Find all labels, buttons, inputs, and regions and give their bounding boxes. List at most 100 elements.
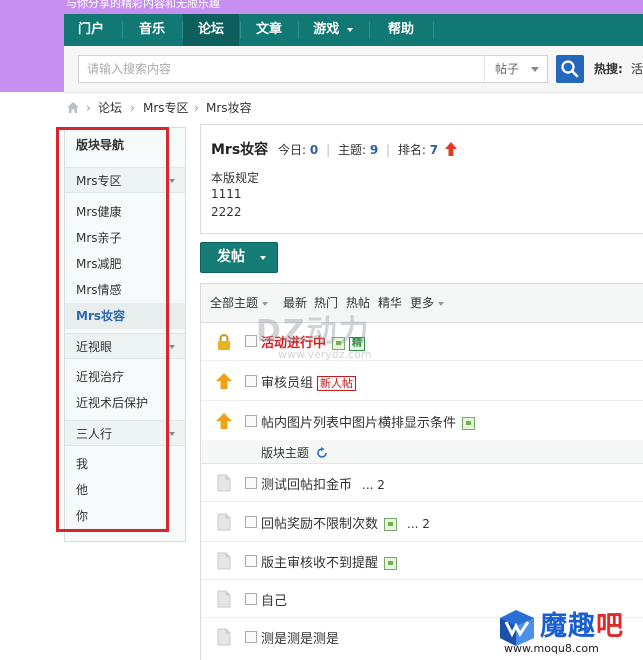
nav-item-articles[interactable]: 文章 [241, 14, 297, 46]
search-bar: 帖子 热搜: 活 [64, 46, 643, 93]
thread-checkbox[interactable] [245, 375, 257, 387]
chevron-down-icon [169, 345, 175, 349]
search-button[interactable] [556, 55, 584, 83]
chevron-down-icon [169, 432, 175, 436]
thread-checkbox[interactable] [245, 631, 257, 643]
stat-rank-value: 7 [429, 143, 439, 157]
thread-title-link[interactable]: 测试回帖扣金币 ... 2 [261, 474, 385, 493]
site-slogan: 与你分享的精彩内容和无限乐趣 [66, 0, 220, 10]
home-icon[interactable] [66, 101, 80, 114]
image-attachment-icon [384, 557, 398, 570]
thread-pages[interactable]: ... 2 [407, 517, 430, 531]
chevron-down-icon [262, 301, 269, 306]
thread-checkbox[interactable] [245, 477, 257, 489]
sidebar-group-myopia[interactable]: 近视眼 [65, 333, 185, 359]
chevron-down-icon [531, 67, 539, 72]
thread-title-link[interactable]: 帖内图片列表中图片横排显示条件 [261, 412, 476, 431]
stat-rank-label: 排名: [397, 143, 426, 157]
nav-item-games[interactable]: 游戏 [299, 14, 367, 46]
document-icon [217, 474, 231, 492]
chevron-down-icon [346, 27, 353, 32]
breadcrumb-separator: › [86, 101, 91, 115]
sidebar-group-label: 三人行 [76, 427, 113, 441]
thread-title: 审核员组 [261, 376, 314, 391]
sidebar-item-mrs-makeup[interactable]: Mrs妆容 [65, 303, 185, 329]
thread-title-link[interactable]: 回帖奖励不限制次数 ... 2 [261, 513, 430, 532]
table-row[interactable]: 回帖奖励不限制次数 ... 2 [201, 502, 643, 542]
sidebar-group-mrs-zone[interactable]: Mrs专区 [65, 167, 185, 193]
sidebar-item-mrs-diet[interactable]: Mrs减肥 [65, 251, 185, 277]
sidebar-item-mrs-parenting[interactable]: Mrs亲子 [65, 225, 185, 251]
new-post-label: 发帖 [217, 249, 245, 265]
search-icon [561, 60, 579, 78]
pin-icon [216, 413, 232, 429]
table-row[interactable]: 测试回帖扣金币 ... 2 [201, 464, 643, 502]
sidebar-item-you[interactable]: 你 [65, 503, 185, 529]
forum-sidebar: 版块导航 Mrs专区 Mrs健康 Mrs亲子 Mrs减肥 Mrs情感 Mrs妆容… [64, 127, 186, 542]
stat-divider: | [326, 143, 331, 157]
refresh-icon[interactable] [316, 447, 328, 459]
stat-topics-value: 9 [369, 143, 379, 157]
thread-pages[interactable]: ... 2 [362, 478, 385, 492]
logo-url: www.moqu8.com [504, 642, 599, 655]
chevron-down-icon [260, 256, 266, 260]
table-row[interactable]: 审核员组 新人帖 [201, 361, 643, 401]
breadcrumb-current: Mrs妆容 [206, 101, 252, 115]
nav-item-help[interactable]: 帮助 [370, 14, 432, 46]
watermark-dz: DZ动力 [256, 314, 371, 349]
filter-more[interactable]: 更多 [410, 284, 445, 322]
thread-title-link[interactable]: 自己 [261, 590, 287, 609]
thread-title-link[interactable]: 审核员组 新人帖 [261, 372, 357, 391]
sidebar-group-three-people[interactable]: 三人行 [65, 420, 185, 446]
sidebar-item-mrs-emotion[interactable]: Mrs情感 [65, 277, 185, 303]
thread-title: 帖内图片列表中图片横排显示条件 [261, 416, 457, 431]
forum-title: Mrs妆容 [211, 142, 269, 158]
document-icon [217, 552, 231, 570]
search-type-select[interactable]: 帖子 [484, 55, 548, 83]
search-type-label: 帖子 [495, 62, 520, 76]
search-input[interactable] [78, 55, 548, 83]
stat-divider: | [386, 143, 391, 157]
thread-checkbox[interactable] [245, 555, 257, 567]
table-row[interactable]: 帖内图片列表中图片横排显示条件 [201, 401, 643, 441]
table-row[interactable]: 版主审核收不到提醒 [201, 542, 643, 580]
main-nav: 门户 音乐 论坛 文章 游戏 帮助 [64, 14, 643, 46]
section-header: 版块主题 [201, 440, 643, 464]
sidebar-title: 版块导航 [76, 138, 125, 152]
hot-search: 热搜: 活 [594, 55, 643, 83]
site-logo-watermark: 魔趣吧 www.moqu8.com [496, 604, 643, 660]
breadcrumb-forum[interactable]: 论坛 [98, 100, 122, 116]
watermark-dz-url: www.verydz.com [278, 348, 372, 361]
nav-item-forum[interactable]: 论坛 [183, 14, 239, 46]
sidebar-item-myopia-aftercare[interactable]: 近视术后保护 [65, 390, 185, 416]
sidebar-item-him[interactable]: 他 [65, 477, 185, 503]
filter-digest[interactable]: 精华 [378, 284, 402, 322]
thread-title-link[interactable]: 测是测是测是 [261, 628, 339, 647]
thread-title: 测试回帖扣金币 [261, 478, 353, 493]
new-post-button[interactable]: 发帖 [200, 242, 278, 273]
thread-title-link[interactable]: 版主审核收不到提醒 [261, 552, 398, 571]
document-icon [217, 628, 231, 646]
logo-name-accent: 吧 [596, 611, 624, 642]
thread-checkbox[interactable] [245, 593, 257, 605]
thread-checkbox[interactable] [245, 516, 257, 528]
image-attachment-icon [462, 417, 476, 430]
nav-item-music[interactable]: 音乐 [124, 14, 180, 46]
image-attachment-icon [384, 518, 398, 531]
breadcrumb-separator: › [130, 101, 135, 115]
logo-name: 魔趣吧 [540, 604, 624, 643]
document-icon [217, 513, 231, 531]
thread-title: 版主审核收不到提醒 [261, 556, 379, 571]
sidebar-item-me[interactable]: 我 [65, 451, 185, 477]
sidebar-item-myopia-treatment[interactable]: 近视治疗 [65, 364, 185, 390]
nav-item-portal[interactable]: 门户 [64, 14, 118, 46]
sidebar-item-mrs-health[interactable]: Mrs健康 [65, 199, 185, 225]
document-icon [217, 590, 231, 608]
hot-search-keyword[interactable]: 活 [631, 62, 643, 76]
breadcrumb-mrs-zone[interactable]: Mrs专区 [143, 100, 189, 116]
nav-divider [433, 21, 434, 39]
new-user-badge: 新人帖 [317, 376, 357, 391]
chevron-down-icon [169, 179, 175, 183]
thread-checkbox[interactable] [245, 415, 257, 427]
forum-rule-line: 1111 [211, 187, 242, 201]
